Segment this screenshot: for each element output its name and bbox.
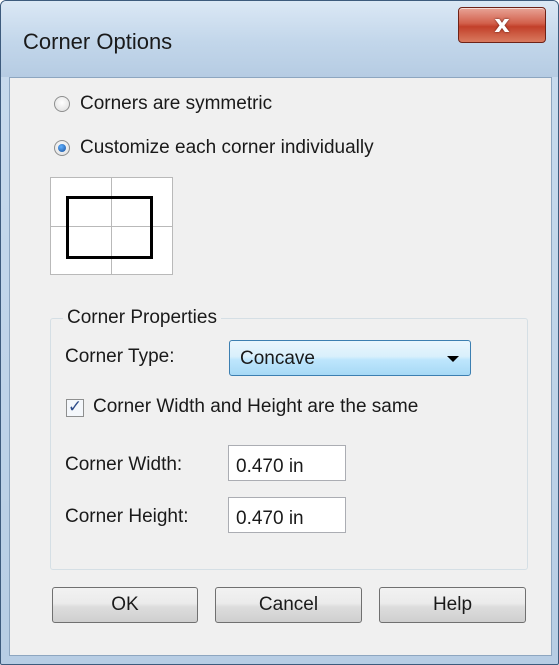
corner-type-dropdown[interactable]: Concave [229, 340, 471, 376]
corner-options-dialog: Corner Options x Corners are symmetric C… [0, 0, 559, 665]
corner-width-label: Corner Width: [65, 454, 183, 475]
dialog-body: Corners are symmetric Customize each cor… [9, 77, 552, 656]
radio-corners-symmetric[interactable]: Corners are symmetric [54, 90, 272, 118]
preview-rectangle-shape [66, 196, 153, 259]
corner-height-input[interactable] [228, 497, 346, 533]
corner-width-input[interactable] [228, 445, 346, 481]
title-bar: Corner Options x [1, 1, 558, 77]
cancel-button[interactable]: Cancel [215, 587, 362, 623]
same-width-height-checkbox[interactable]: ✓ [66, 397, 84, 417]
radio-label: Corners are symmetric [80, 93, 273, 114]
close-icon: x [494, 10, 510, 38]
radio-label: Customize each corner individually [80, 137, 374, 158]
corner-type-label: Corner Type: [65, 346, 175, 367]
radio-button[interactable] [54, 140, 70, 156]
ok-button[interactable]: OK [52, 587, 198, 623]
window-title: Corner Options [23, 29, 173, 54]
corner-properties-group-label: Corner Properties [63, 307, 221, 329]
corner-height-label: Corner Height: [65, 506, 189, 527]
same-width-height-label: Corner Width and Height are the same [93, 396, 419, 417]
corner-selector-preview[interactable] [50, 177, 173, 275]
help-button[interactable]: Help [379, 587, 526, 623]
radio-customize-each-corner[interactable]: Customize each corner individually [54, 134, 374, 162]
dropdown-arrow-icon [447, 356, 459, 362]
radio-button[interactable] [54, 96, 70, 112]
close-button[interactable]: x [458, 7, 546, 43]
checkmark-icon: ✓ [67, 397, 83, 417]
corner-type-selected-value: Concave [240, 348, 315, 369]
